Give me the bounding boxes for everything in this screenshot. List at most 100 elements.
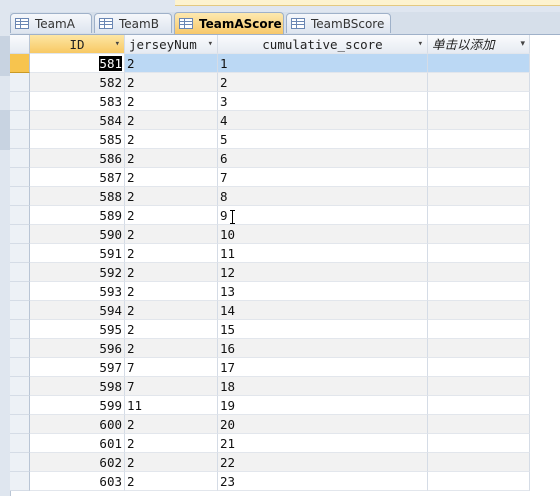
cell-click-to-add[interactable] bbox=[428, 301, 530, 320]
cell-jerseynum[interactable]: 2 bbox=[125, 263, 218, 282]
dropdown-arrow-icon[interactable]: ▾ bbox=[418, 35, 423, 53]
table-row[interactable]: 587 2 7 bbox=[10, 168, 530, 187]
cell-id[interactable]: 594 bbox=[30, 301, 125, 320]
cell-click-to-add[interactable] bbox=[428, 244, 530, 263]
record-selector[interactable] bbox=[10, 111, 30, 130]
cell-cumulative-score[interactable]: 22 bbox=[218, 453, 428, 472]
cell-click-to-add[interactable] bbox=[428, 358, 530, 377]
table-row[interactable]: 600 2 20 bbox=[10, 415, 530, 434]
cell-click-to-add[interactable] bbox=[428, 377, 530, 396]
cell-id[interactable]: 582 bbox=[30, 73, 125, 92]
table-row[interactable]: 591 2 11 bbox=[10, 244, 530, 263]
dropdown-arrow-icon[interactable]: ▾ bbox=[520, 35, 525, 53]
record-selector[interactable] bbox=[10, 149, 30, 168]
cell-cumulative-score[interactable]: 19 bbox=[218, 396, 428, 415]
cell-click-to-add[interactable] bbox=[428, 111, 530, 130]
cell-cumulative-score[interactable]: 21 bbox=[218, 434, 428, 453]
cell-click-to-add[interactable] bbox=[428, 73, 530, 92]
table-row[interactable]: 590 2 10 bbox=[10, 225, 530, 244]
table-row[interactable]: 581 2 1 bbox=[10, 54, 530, 73]
cell-id[interactable]: 589 bbox=[30, 206, 125, 225]
tab-teambscore[interactable]: TeamBScore bbox=[286, 13, 391, 33]
cell-click-to-add[interactable] bbox=[428, 415, 530, 434]
cell-jerseynum[interactable]: 11 bbox=[125, 396, 218, 415]
record-selector[interactable] bbox=[10, 453, 30, 472]
tab-teamb[interactable]: TeamB bbox=[94, 13, 172, 33]
cell-cumulative-score[interactable]: 14 bbox=[218, 301, 428, 320]
table-row[interactable]: 597 7 17 bbox=[10, 358, 530, 377]
cell-jerseynum[interactable]: 2 bbox=[125, 73, 218, 92]
cell-id[interactable]: 602 bbox=[30, 453, 125, 472]
cell-jerseynum[interactable]: 2 bbox=[125, 339, 218, 358]
table-row[interactable]: 594 2 14 bbox=[10, 301, 530, 320]
cell-cumulative-score[interactable]: 3 bbox=[218, 92, 428, 111]
cell-cumulative-score[interactable]: 2 bbox=[218, 73, 428, 92]
table-row[interactable]: 601 2 21 bbox=[10, 434, 530, 453]
cell-jerseynum[interactable]: 2 bbox=[125, 453, 218, 472]
cell-click-to-add[interactable] bbox=[428, 206, 530, 225]
record-selector[interactable] bbox=[10, 187, 30, 206]
cell-click-to-add[interactable] bbox=[428, 168, 530, 187]
cell-cumulative-score[interactable]: 20 bbox=[218, 415, 428, 434]
cell-cumulative-score[interactable]: 1 bbox=[218, 54, 428, 73]
table-row[interactable]: 584 2 4 bbox=[10, 111, 530, 130]
table-row[interactable]: 582 2 2 bbox=[10, 73, 530, 92]
dropdown-arrow-icon[interactable]: ▾ bbox=[208, 35, 213, 53]
table-row[interactable]: 589 2 9 bbox=[10, 206, 530, 225]
cell-jerseynum[interactable]: 2 bbox=[125, 149, 218, 168]
cell-id[interactable]: 601 bbox=[30, 434, 125, 453]
table-row[interactable]: 602 2 22 bbox=[10, 453, 530, 472]
cell-id[interactable]: 586 bbox=[30, 149, 125, 168]
cell-cumulative-score[interactable]: 17 bbox=[218, 358, 428, 377]
cell-jerseynum[interactable]: 2 bbox=[125, 434, 218, 453]
cell-cumulative-score[interactable]: 7 bbox=[218, 168, 428, 187]
record-selector[interactable] bbox=[10, 92, 30, 111]
cell-id[interactable]: 600 bbox=[30, 415, 125, 434]
cell-cumulative-score[interactable]: 8 bbox=[218, 187, 428, 206]
cell-click-to-add[interactable] bbox=[428, 320, 530, 339]
cell-cumulative-score[interactable]: 13 bbox=[218, 282, 428, 301]
cell-click-to-add[interactable] bbox=[428, 396, 530, 415]
cell-jerseynum[interactable]: 2 bbox=[125, 415, 218, 434]
table-row[interactable]: 586 2 6 bbox=[10, 149, 530, 168]
cell-cumulative-score[interactable]: 18 bbox=[218, 377, 428, 396]
record-selector[interactable] bbox=[10, 339, 30, 358]
record-selector[interactable] bbox=[10, 73, 30, 92]
cell-cumulative-score[interactable]: 16 bbox=[218, 339, 428, 358]
table-row[interactable]: 598 7 18 bbox=[10, 377, 530, 396]
record-selector[interactable] bbox=[10, 415, 30, 434]
cell-cumulative-score[interactable]: 11 bbox=[218, 244, 428, 263]
cell-click-to-add[interactable] bbox=[428, 187, 530, 206]
table-row[interactable]: 599 11 19 bbox=[10, 396, 530, 415]
cell-click-to-add[interactable] bbox=[428, 54, 530, 73]
select-all-box[interactable] bbox=[10, 35, 30, 54]
cell-click-to-add[interactable] bbox=[428, 339, 530, 358]
cell-id[interactable]: 590 bbox=[30, 225, 125, 244]
cell-cumulative-score[interactable]: 10 bbox=[218, 225, 428, 244]
record-selector[interactable] bbox=[10, 301, 30, 320]
table-row[interactable]: 588 2 8 bbox=[10, 187, 530, 206]
cell-jerseynum[interactable]: 2 bbox=[125, 225, 218, 244]
record-selector[interactable] bbox=[10, 396, 30, 415]
cell-id[interactable]: 584 bbox=[30, 111, 125, 130]
record-selector[interactable] bbox=[10, 434, 30, 453]
cell-id[interactable]: 598 bbox=[30, 377, 125, 396]
cell-id[interactable]: 603 bbox=[30, 472, 125, 491]
cell-jerseynum[interactable]: 2 bbox=[125, 92, 218, 111]
tab-teamascore[interactable]: TeamAScore bbox=[174, 12, 284, 34]
cell-click-to-add[interactable] bbox=[428, 149, 530, 168]
cell-click-to-add[interactable] bbox=[428, 472, 530, 491]
cell-id[interactable]: 588 bbox=[30, 187, 125, 206]
cell-id[interactable]: 592 bbox=[30, 263, 125, 282]
cell-jerseynum[interactable]: 2 bbox=[125, 472, 218, 491]
cell-id[interactable]: 583 bbox=[30, 92, 125, 111]
cell-id[interactable]: 585 bbox=[30, 130, 125, 149]
record-selector[interactable] bbox=[10, 206, 30, 225]
cell-jerseynum[interactable]: 2 bbox=[125, 54, 218, 73]
record-selector[interactable] bbox=[10, 168, 30, 187]
cell-click-to-add[interactable] bbox=[428, 434, 530, 453]
table-row[interactable]: 583 2 3 bbox=[10, 92, 530, 111]
cell-jerseynum[interactable]: 2 bbox=[125, 168, 218, 187]
column-header-cumulative-score[interactable]: cumulative_score ▾ bbox=[218, 35, 428, 54]
tab-teama[interactable]: TeamA bbox=[10, 13, 92, 33]
